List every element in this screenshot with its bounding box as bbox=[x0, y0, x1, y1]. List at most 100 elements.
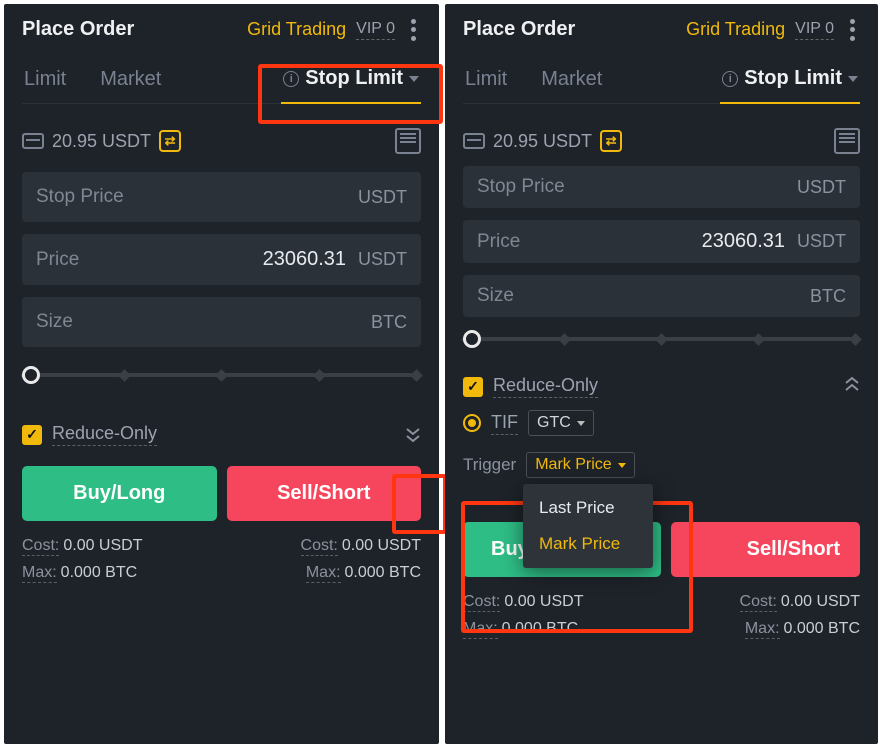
max-row: Max: 0.000 BTC Max: 0.000 BTC bbox=[463, 620, 860, 639]
stop-price-unit: USDT bbox=[797, 177, 846, 198]
trigger-value: Mark Price bbox=[535, 456, 611, 474]
trigger-dropdown: Last Price Mark Price bbox=[523, 484, 653, 568]
checkbox-checked-icon: ✓ bbox=[22, 425, 42, 445]
chevron-down-icon bbox=[577, 421, 585, 426]
reduce-only-option[interactable]: ✓ Reduce-Only bbox=[463, 375, 635, 398]
tab-limit[interactable]: Limit bbox=[22, 68, 68, 103]
calculator-icon[interactable] bbox=[834, 128, 860, 154]
trigger-option-mark[interactable]: Mark Price bbox=[523, 526, 653, 562]
price-unit: USDT bbox=[358, 249, 407, 270]
max-label-right: Max: bbox=[306, 564, 341, 583]
panel-header: Place Order Grid Trading VIP 0 bbox=[463, 18, 860, 41]
cost-label-right: Cost: bbox=[301, 537, 338, 556]
price-value: 23060.31 bbox=[702, 230, 785, 253]
stop-price-field[interactable]: Stop Price USDT bbox=[463, 166, 860, 208]
balance: 20.95 USDT ⇄ bbox=[463, 130, 622, 152]
checkbox-checked-icon: ✓ bbox=[463, 377, 483, 397]
info-icon[interactable]: i bbox=[722, 71, 738, 87]
slider-thumb[interactable] bbox=[463, 330, 481, 348]
price-label: Price bbox=[477, 231, 520, 253]
order-type-tabs: Limit Market i Stop Limit bbox=[463, 67, 860, 104]
sell-button[interactable]: Sell/Short bbox=[671, 522, 861, 577]
action-buttons: Buy/Long Sell/Short bbox=[22, 466, 421, 521]
cost-row: Cost: 0.00 USDT Cost: 0.00 USDT bbox=[22, 537, 421, 556]
tif-label: TIF bbox=[491, 412, 518, 435]
tab-stop-limit-label: Stop Limit bbox=[744, 67, 842, 90]
tif-select[interactable]: GTC bbox=[528, 410, 594, 436]
trigger-option-last[interactable]: Last Price bbox=[523, 490, 653, 526]
balance: 20.95 USDT ⇄ bbox=[22, 130, 181, 152]
more-icon[interactable] bbox=[844, 19, 860, 41]
price-field[interactable]: Price 23060.31 USDT bbox=[463, 220, 860, 263]
price-field[interactable]: Price 23060.31 USDT bbox=[22, 234, 421, 285]
tab-limit[interactable]: Limit bbox=[463, 68, 509, 103]
price-value: 23060.31 bbox=[263, 248, 346, 271]
cost-label-right: Cost: bbox=[740, 593, 777, 612]
balance-row: 20.95 USDT ⇄ bbox=[22, 128, 421, 154]
swap-icon[interactable]: ⇄ bbox=[159, 130, 181, 152]
collapse-advanced-icon[interactable] bbox=[844, 375, 860, 393]
card-icon bbox=[22, 133, 44, 149]
size-field[interactable]: Size BTC bbox=[463, 275, 860, 317]
sell-button[interactable]: Sell/Short bbox=[227, 466, 422, 521]
max-label-left: Max: bbox=[22, 564, 57, 583]
max-value-left: 0.000 BTC bbox=[502, 620, 578, 639]
chevron-down-icon bbox=[848, 76, 858, 82]
balance-value: 20.95 USDT bbox=[493, 131, 592, 152]
max-value-left: 0.000 BTC bbox=[61, 564, 137, 583]
trigger-option: Trigger Mark Price Last Price Mark Price bbox=[463, 452, 635, 478]
size-slider[interactable] bbox=[22, 367, 421, 383]
cost-value-left: 0.00 USDT bbox=[504, 593, 583, 612]
panel-title: Place Order bbox=[463, 18, 575, 41]
vip-badge[interactable]: VIP 0 bbox=[356, 20, 395, 40]
order-type-tabs: Limit Market i Stop Limit bbox=[22, 67, 421, 104]
size-label: Size bbox=[36, 311, 73, 333]
max-row: Max: 0.000 BTC Max: 0.000 BTC bbox=[22, 564, 421, 583]
size-unit: BTC bbox=[810, 286, 846, 307]
chevron-down-icon bbox=[409, 76, 419, 82]
tab-stop-limit[interactable]: i Stop Limit bbox=[720, 67, 860, 104]
cost-value-right: 0.00 USDT bbox=[342, 537, 421, 556]
reduce-only-option[interactable]: ✓ Reduce-Only bbox=[22, 423, 157, 446]
cost-row: Cost: 0.00 USDT Cost: 0.00 USDT bbox=[463, 593, 860, 612]
size-field[interactable]: Size BTC bbox=[22, 297, 421, 347]
grid-trading-link[interactable]: Grid Trading bbox=[247, 19, 346, 40]
reduce-only-label: Reduce-Only bbox=[52, 423, 157, 446]
tab-market[interactable]: Market bbox=[98, 68, 163, 103]
trigger-select[interactable]: Mark Price bbox=[526, 452, 634, 478]
info-icon[interactable]: i bbox=[283, 71, 299, 87]
chevron-down-icon bbox=[618, 463, 626, 468]
slider-thumb[interactable] bbox=[22, 366, 40, 384]
tab-market[interactable]: Market bbox=[539, 68, 604, 103]
radio-selected-icon bbox=[463, 414, 481, 432]
calculator-icon[interactable] bbox=[395, 128, 421, 154]
header-right: Grid Trading VIP 0 bbox=[247, 19, 421, 41]
tab-stop-limit-label: Stop Limit bbox=[305, 67, 403, 90]
size-slider[interactable] bbox=[463, 331, 860, 347]
card-icon bbox=[463, 133, 485, 149]
header-right: Grid Trading VIP 0 bbox=[686, 19, 860, 41]
cost-value-left: 0.00 USDT bbox=[63, 537, 142, 556]
max-label-left: Max: bbox=[463, 620, 498, 639]
tab-stop-limit[interactable]: i Stop Limit bbox=[281, 67, 421, 104]
tif-option[interactable]: TIF GTC bbox=[463, 410, 635, 436]
tif-value: GTC bbox=[537, 414, 571, 432]
trigger-label: Trigger bbox=[463, 455, 516, 475]
balance-row: 20.95 USDT ⇄ bbox=[463, 128, 860, 154]
stop-price-label: Stop Price bbox=[36, 186, 124, 208]
stop-price-field[interactable]: Stop Price USDT bbox=[22, 172, 421, 222]
swap-icon[interactable]: ⇄ bbox=[600, 130, 622, 152]
expand-advanced-icon[interactable] bbox=[405, 426, 421, 444]
max-value-right: 0.000 BTC bbox=[784, 620, 860, 639]
more-icon[interactable] bbox=[405, 19, 421, 41]
vip-badge[interactable]: VIP 0 bbox=[795, 20, 834, 40]
order-panel-left: Place Order Grid Trading VIP 0 Limit Mar… bbox=[4, 4, 439, 744]
panel-title: Place Order bbox=[22, 18, 134, 41]
grid-trading-link[interactable]: Grid Trading bbox=[686, 19, 785, 40]
max-label-right: Max: bbox=[745, 620, 780, 639]
buy-button[interactable]: Buy/Long bbox=[22, 466, 217, 521]
balance-value: 20.95 USDT bbox=[52, 131, 151, 152]
advanced-options: ✓ Reduce-Only bbox=[22, 423, 421, 446]
cost-value-right: 0.00 USDT bbox=[781, 593, 860, 612]
price-label: Price bbox=[36, 249, 79, 271]
